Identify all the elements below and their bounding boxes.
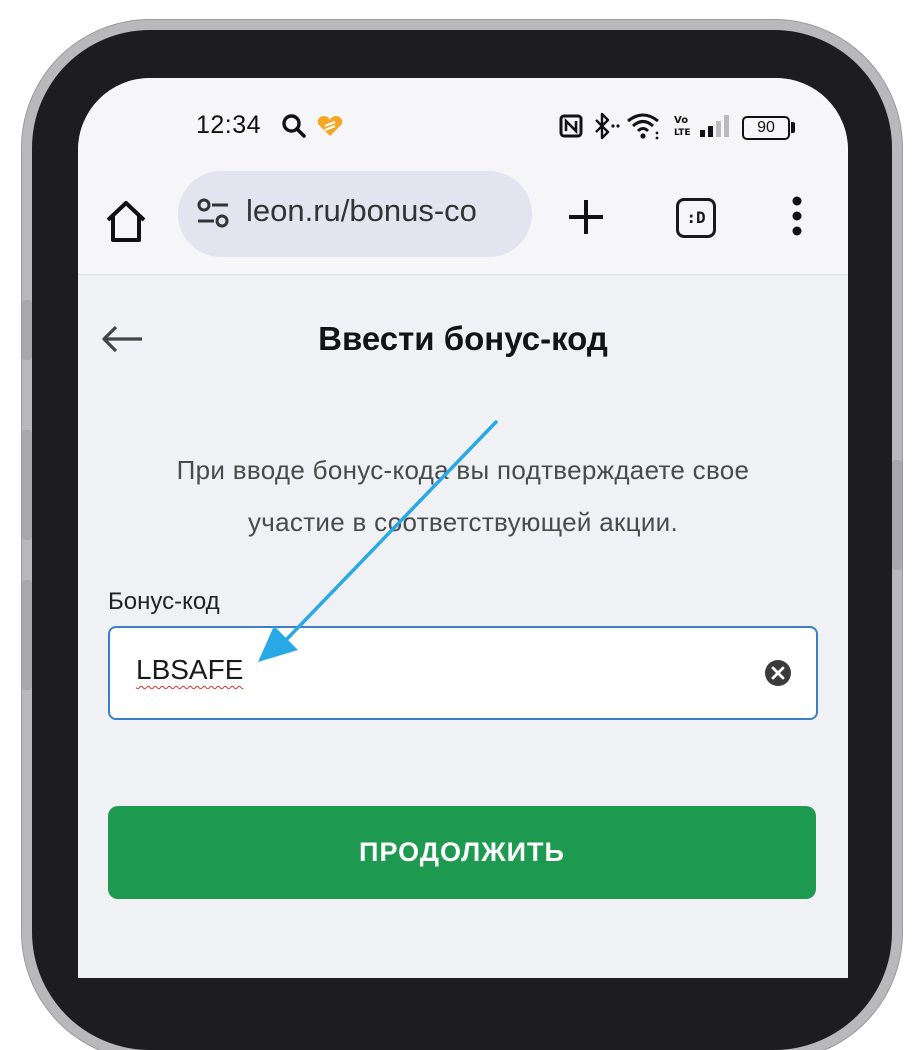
tabs-button[interactable]: :D xyxy=(676,198,716,238)
info-text: При вводе бонус-кода вы подтверждаете св… xyxy=(78,444,848,548)
svg-text:LTE: LTE xyxy=(674,128,691,138)
address-bar[interactable]: leon.ru/bonus-co xyxy=(178,171,532,257)
nfc-icon xyxy=(559,114,583,138)
tabs-label: :D xyxy=(686,208,706,227)
signal-icon xyxy=(700,115,729,137)
plus-icon[interactable] xyxy=(564,195,608,239)
phone-screen: 12:34 Vo LTE 90 leon.ru/bonus-co:D Ввес… xyxy=(78,78,848,978)
svg-text:Vo: Vo xyxy=(674,115,688,126)
side-button xyxy=(22,580,32,690)
side-button xyxy=(22,300,32,360)
wifi-icon xyxy=(627,113,659,140)
side-button xyxy=(892,460,902,570)
more-vertical-icon[interactable] xyxy=(790,194,804,238)
side-button xyxy=(22,430,32,540)
clear-icon[interactable] xyxy=(764,659,792,687)
page-title: Ввести бонус-код xyxy=(318,320,608,357)
status-bar: 12:34 Vo LTE 90 xyxy=(78,78,848,178)
bonus-code-input[interactable]: LBSAFE xyxy=(108,626,818,720)
site-settings-icon[interactable] xyxy=(195,195,231,231)
page-header: Ввести бонус-код xyxy=(78,274,848,404)
continue-button[interactable]: ПРОДОЛЖИТЬ xyxy=(108,806,816,899)
search-icon xyxy=(282,114,306,138)
home-icon[interactable] xyxy=(100,196,152,248)
url-text[interactable]: leon.ru/bonus-co xyxy=(246,193,526,229)
battery-icon: 90 xyxy=(742,116,790,140)
volte-icon: Vo LTE xyxy=(674,115,691,138)
browser-toolbar: leon.ru/bonus-co :D xyxy=(78,171,848,275)
bluetooth-icon xyxy=(595,112,620,140)
heart-icon xyxy=(317,116,343,136)
bonus-code-value[interactable]: LBSAFE xyxy=(136,654,243,686)
battery-level: 90 xyxy=(757,119,775,136)
info-line-1: При вводе бонус-кода вы подтверждаете св… xyxy=(176,455,750,485)
battery-tip xyxy=(791,122,795,133)
bonus-code-label: Бонус-код xyxy=(108,588,220,615)
info-line-2: участие в соответствующей акции. xyxy=(248,507,678,537)
status-time: 12:34 xyxy=(196,111,262,139)
